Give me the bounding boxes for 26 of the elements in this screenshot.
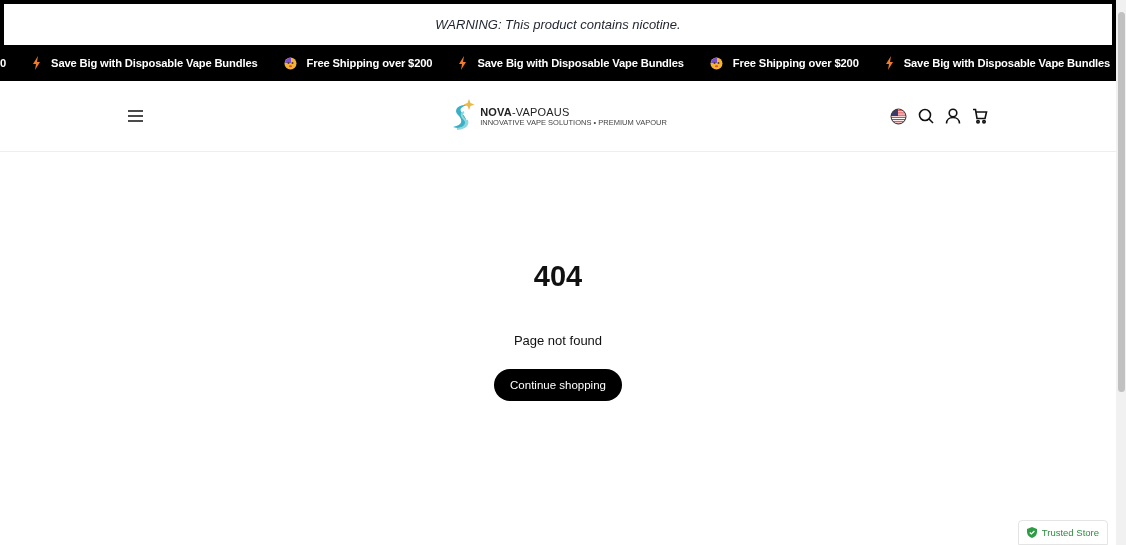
scrollbar[interactable] bbox=[1116, 0, 1126, 545]
lightning-icon bbox=[458, 56, 468, 70]
cart-icon[interactable] bbox=[972, 108, 988, 124]
announcement-text: Save Big with Disposable Vape Bundles bbox=[51, 57, 258, 69]
search-icon[interactable] bbox=[918, 108, 934, 124]
shield-check-icon bbox=[1026, 527, 1037, 538]
announcement-text: Save Big with Disposable Vape Bundles bbox=[903, 57, 1111, 69]
announcement-text: 0 bbox=[0, 57, 7, 69]
error-code: 404 bbox=[533, 260, 583, 293]
logo-text: NOVA-VAPOAUS bbox=[480, 105, 571, 118]
menu-icon[interactable] bbox=[128, 110, 143, 122]
continue-shopping-button[interactable]: Continue shopping bbox=[494, 369, 622, 401]
lightning-icon bbox=[884, 56, 894, 70]
badge-text: Trusted Store bbox=[1041, 527, 1099, 538]
user-icon[interactable] bbox=[945, 108, 961, 124]
announcement-text: Free Shipping over $200 bbox=[732, 57, 859, 69]
trusted-store-badge[interactable]: Trusted Store bbox=[1017, 520, 1108, 545]
lightning-icon bbox=[32, 56, 42, 70]
emoji-icon bbox=[283, 56, 297, 70]
flag-icon[interactable] bbox=[890, 107, 907, 125]
announcement-text: Save Big with Disposable Vape Bundles bbox=[477, 57, 684, 69]
error-message: Page not found bbox=[513, 333, 603, 348]
announcement-text: Free Shipping over $200 bbox=[306, 57, 433, 69]
warning-text: WARNING: This product contains nicotine. bbox=[435, 17, 681, 32]
scrollbar-thumb[interactable] bbox=[1117, 12, 1125, 392]
emoji-icon bbox=[709, 56, 723, 70]
